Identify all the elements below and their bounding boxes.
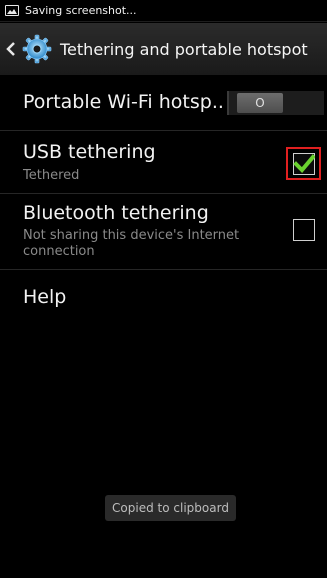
list-item-bluetooth-tethering[interactable]: Bluetooth tethering Not sharing this dev… — [0, 194, 327, 270]
back-chevron-icon[interactable] — [6, 41, 18, 57]
toggle-knob[interactable]: O — [237, 93, 283, 113]
toggle-state-label: O — [255, 96, 265, 110]
usb-tethering-label: USB tethering — [23, 141, 156, 163]
toast-message: Copied to clipboard — [105, 495, 236, 521]
list-item-usb-tethering[interactable]: USB tethering Tethered — [0, 131, 327, 194]
usb-checkbox-highlight — [286, 147, 321, 180]
page-title: Tethering and portable hotspot — [60, 39, 308, 59]
hotspot-label: Portable Wi-Fi hotsp.. — [23, 91, 224, 113]
bluetooth-tethering-status: Not sharing this device's Internet conne… — [23, 228, 240, 259]
usb-tethering-checkbox[interactable] — [292, 152, 315, 175]
image-icon — [5, 5, 19, 16]
status-text: Saving screenshot... — [25, 4, 137, 17]
bluetooth-tethering-checkbox[interactable] — [293, 219, 315, 241]
hotspot-toggle[interactable]: O — [227, 91, 324, 115]
checkmark-icon — [292, 153, 315, 173]
list-item-help[interactable]: Help — [0, 270, 327, 326]
list-item-portable-wifi-hotspot[interactable]: Portable Wi-Fi hotsp.. O — [0, 76, 327, 131]
action-bar: Tethering and portable hotspot — [0, 23, 327, 75]
status-bar: Saving screenshot... — [0, 0, 327, 22]
settings-gear-icon[interactable] — [22, 34, 52, 64]
bluetooth-tethering-label: Bluetooth tethering — [23, 202, 209, 224]
help-label: Help — [23, 286, 67, 308]
toast-text: Copied to clipboard — [112, 501, 229, 515]
usb-tethering-status: Tethered — [23, 168, 80, 183]
